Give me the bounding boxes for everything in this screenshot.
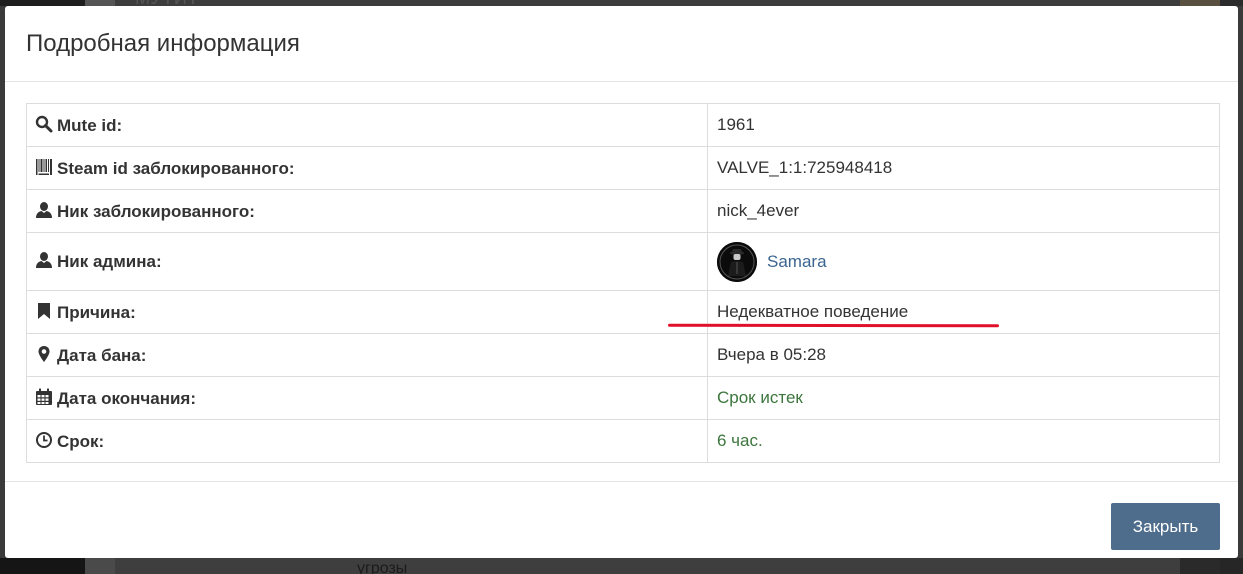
row-value: VALVE_1:1:725948418 [707,146,1220,190]
table-row: Mute id: 1961 [26,103,1220,147]
table-row: Срок: 6 час. [26,419,1220,463]
details-modal: Подробная информация Mute id: 1961 Steam… [5,6,1238,558]
row-label-text: Причина: [57,302,136,322]
row-label-text: Mute id: [57,115,123,135]
clock-icon [35,431,53,449]
barcode-icon [35,158,53,176]
details-table: Mute id: 1961 Steam id заблокированного:… [26,103,1220,463]
admin-profile-link[interactable]: Samara [767,252,827,271]
row-label: Mute id: [26,103,708,147]
row-label-text: Ник админа: [57,252,162,271]
row-label-text: Ник заблокированного: [57,201,255,221]
row-label: Дата окончания: [26,376,708,420]
map-marker-icon [35,345,53,363]
table-row: Причина: Недекватное поведение [26,290,1220,334]
table-row: Steam id заблокированного: VALVE_1:1:725… [26,146,1220,190]
row-value: 1961 [707,103,1220,147]
row-value: Срок истек [707,376,1220,420]
row-label: Steam id заблокированного: [26,146,708,190]
modal-footer: Закрыть [5,481,1238,558]
admin-avatar[interactable] [717,241,757,282]
user-icon [35,201,53,219]
row-value: Вчера в 05:28 [707,333,1220,377]
row-label: Причина: [26,290,708,334]
row-label-text: Дата бана: [57,345,147,365]
user-icon [35,251,53,269]
row-label-text: Срок: [57,431,105,451]
modal-title: Подробная информация [26,30,300,57]
background-text: угрозы [357,560,408,574]
table-row: Дата бана: Вчера в 05:28 [26,333,1220,377]
modal-header: Подробная информация [5,6,1238,82]
annotation-underline [667,323,1000,328]
close-button[interactable]: Закрыть [1111,503,1220,550]
row-value: nick_4ever [707,189,1220,233]
row-label: Ник заблокированного: [26,189,708,233]
bookmark-icon [35,302,53,320]
table-row: Ник заблокированного: nick_4ever [26,189,1220,233]
row-value: 6 час. [707,419,1220,463]
row-value: Samara [707,232,1220,291]
table-row: Ник админа: Samara [26,232,1220,291]
background-page-bottom: угрозы [0,558,1243,574]
row-label-text: Дата окончания: [57,388,197,408]
calendar-icon [35,388,53,406]
table-row: Дата окончания: Срок истек [26,376,1220,420]
row-label-text: Steam id заблокированного: [57,158,295,178]
row-label: Срок: [26,419,708,463]
row-label: Дата бана: [26,333,708,377]
search-icon [35,115,53,133]
row-label: Ник админа: [26,232,708,291]
